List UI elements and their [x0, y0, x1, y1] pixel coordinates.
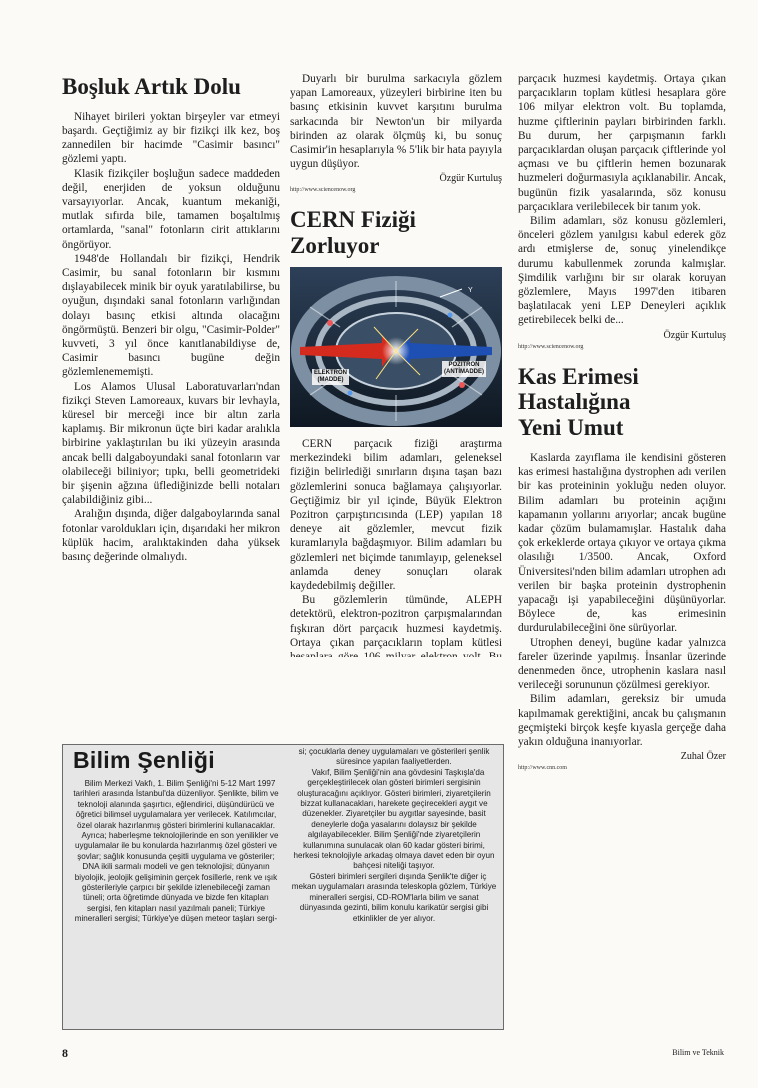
- figure-axis-label: Y: [468, 286, 473, 294]
- paragraph: 1948'de Hollandalı bir fizikçi, Hendrik …: [62, 252, 280, 379]
- sidebar-box-bilim-senligi: Bilim Şenliği Bilim Merkezi Vakfı, 1. Bi…: [62, 744, 504, 1030]
- source-url: http://www.sciencenow.org: [290, 187, 356, 194]
- box-paragraph: Vakıf, Bilim Şenliği'nin ana gövdesini T…: [293, 767, 495, 871]
- box-paragraph: si; çocuklarla deney uygulamaları ve gös…: [298, 747, 490, 767]
- paragraph: Bilim adamları, söz konusu gözlemleri, ö…: [518, 215, 726, 327]
- paragraph: Duyarlı bir burulma sarkacıyla gözlem ya…: [290, 73, 502, 171]
- figure-label-positron: POZİTRON (ANTİMADDE): [442, 360, 486, 377]
- paragraph: Los Alamos Ulusal Laboratuvarları'ndan f…: [62, 380, 280, 507]
- box-paragraph: Bilim Merkezi Vakfı, 1. Bilim Şenliği'ni…: [73, 779, 279, 830]
- source-url: http://www.cnn.com: [518, 765, 567, 772]
- paragraph: Utrophen deneyi, bugüne kadar yalnızca f…: [518, 636, 726, 692]
- author: Özgür Kurtuluş: [663, 329, 727, 341]
- title-line: Yeni Umut: [518, 415, 624, 441]
- box-column-right: si; çocuklarla deney uygulamaları ve gös…: [291, 747, 497, 924]
- title-line: Kas Erimesi: [518, 363, 639, 389]
- paragraph: CERN parçacık fiziği araştırma merkezind…: [290, 437, 502, 592]
- box-title: Bilim Şenliği: [73, 747, 215, 773]
- box-paragraph: Ayrıca; haberleşme teknolojilerinde en s…: [74, 831, 279, 924]
- column-3: parçacık huzmesi kaydetmiş. Ortaya çıkan…: [518, 72, 726, 785]
- paragraph: Klasik fizikçiler boşluğun sadece madded…: [62, 167, 280, 251]
- paragraph: Aralığın dışında, diğer dalgaboylarında …: [62, 508, 280, 564]
- source-url: http://www.sciencenow.org: [518, 343, 584, 350]
- paragraph: Bu gözlemlerin tümünde, ALEPH detektörü,…: [290, 594, 502, 658]
- article-title-cern: CERN Fiziği Zorluyor: [290, 207, 502, 259]
- page-number: 8: [62, 1046, 68, 1060]
- title-line: CERN Fiziği: [290, 207, 416, 233]
- collider-illustration: Y ELEKTRON (MADDE) POZİTRON (ANTİMADDE): [290, 266, 502, 427]
- author: Zuhal Özer: [680, 751, 726, 763]
- box-paragraph: Gösteri birimleri sergileri dışında Şenl…: [291, 871, 497, 923]
- article-title-kas: Kas Erimesi Hastalığına Yeni Umut: [518, 364, 726, 441]
- paragraph: Nihayet birileri yoktan birşeyler var et…: [62, 110, 280, 166]
- figure-label-electron: ELEKTRON (MADDE): [312, 368, 349, 385]
- title-line: Zorluyor: [290, 233, 380, 259]
- box-column-left: Bilim Merkezi Vakfı, 1. Bilim Şenliği'ni…: [71, 779, 281, 925]
- paragraph: Kaslarda zayıflama ile kendisini göstere…: [518, 451, 726, 635]
- author: Özgür Kurtuluş: [439, 173, 503, 185]
- article-title-bosluk: Boşluk Artık Dolu: [62, 74, 241, 99]
- magazine-name: Bilim ve Teknik: [672, 1048, 724, 1057]
- column-2: Duyarlı bir burulma sarkacıyla gözlem ya…: [290, 72, 502, 657]
- title-line: Hastalığına: [518, 389, 631, 415]
- column-1: Boşluk Artık Dolu Nihayet birileri yokta…: [62, 72, 280, 564]
- paragraph: parçacık huzmesi kaydetmiş. Ortaya çıkan…: [518, 73, 726, 213]
- paragraph: Bilim adamları, gereksiz bir umuda kapıl…: [518, 693, 726, 748]
